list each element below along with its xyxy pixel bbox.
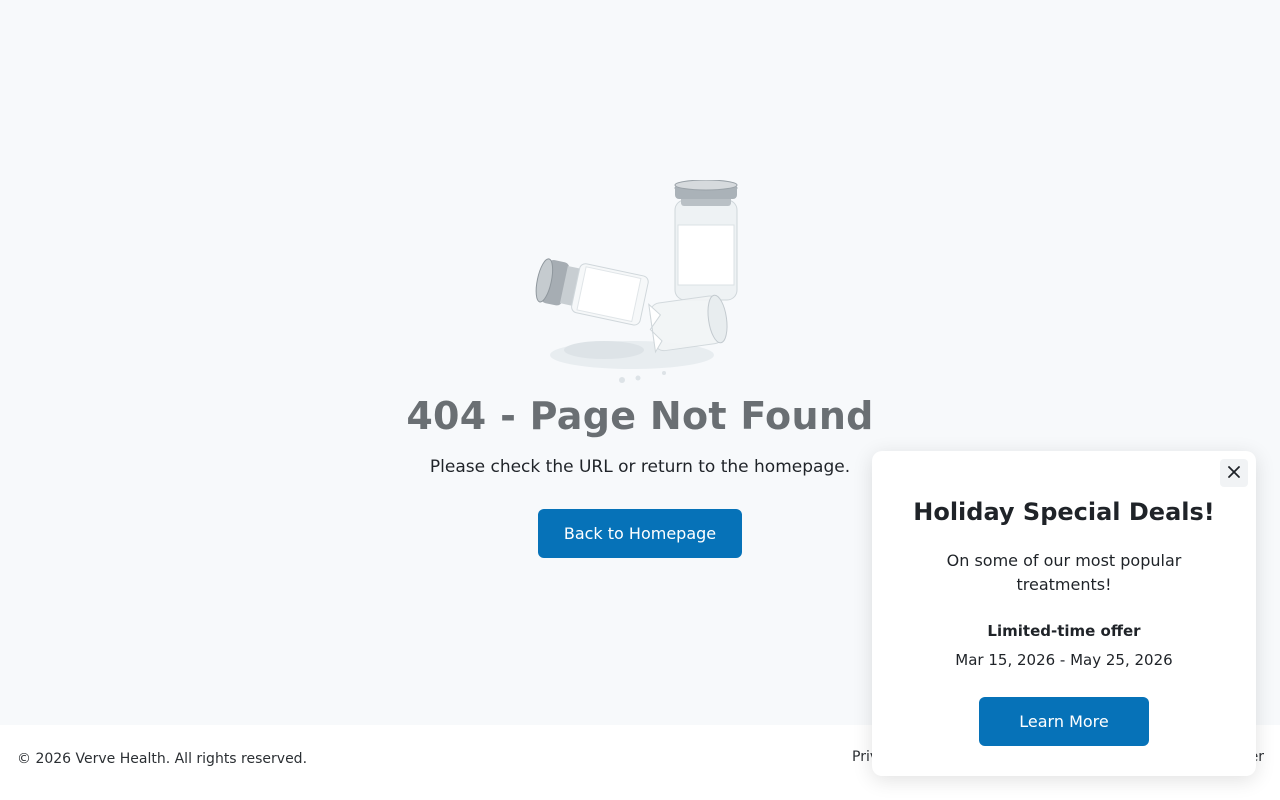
popup-offer-dates: Mar 15, 2026 - May 25, 2026 [955, 651, 1173, 669]
close-icon [1227, 465, 1241, 482]
holiday-deals-popup: Holiday Special Deals! On some of our mo… [872, 451, 1256, 776]
popup-description: On some of our most popular treatments! [946, 551, 1182, 594]
popup-offer-label: Limited-time offer [987, 622, 1141, 640]
page-title: 404 - Page Not Found [406, 394, 874, 438]
popup-close-button[interactable] [1220, 459, 1248, 487]
learn-more-button[interactable]: Learn More [979, 697, 1149, 746]
broken-vials-illustration [512, 179, 768, 390]
footer-copyright: © 2026 Verve Health. All rights reserved… [17, 751, 308, 767]
back-to-homepage-button[interactable]: Back to Homepage [538, 509, 742, 558]
popup-title: Holiday Special Deals! [913, 498, 1215, 526]
